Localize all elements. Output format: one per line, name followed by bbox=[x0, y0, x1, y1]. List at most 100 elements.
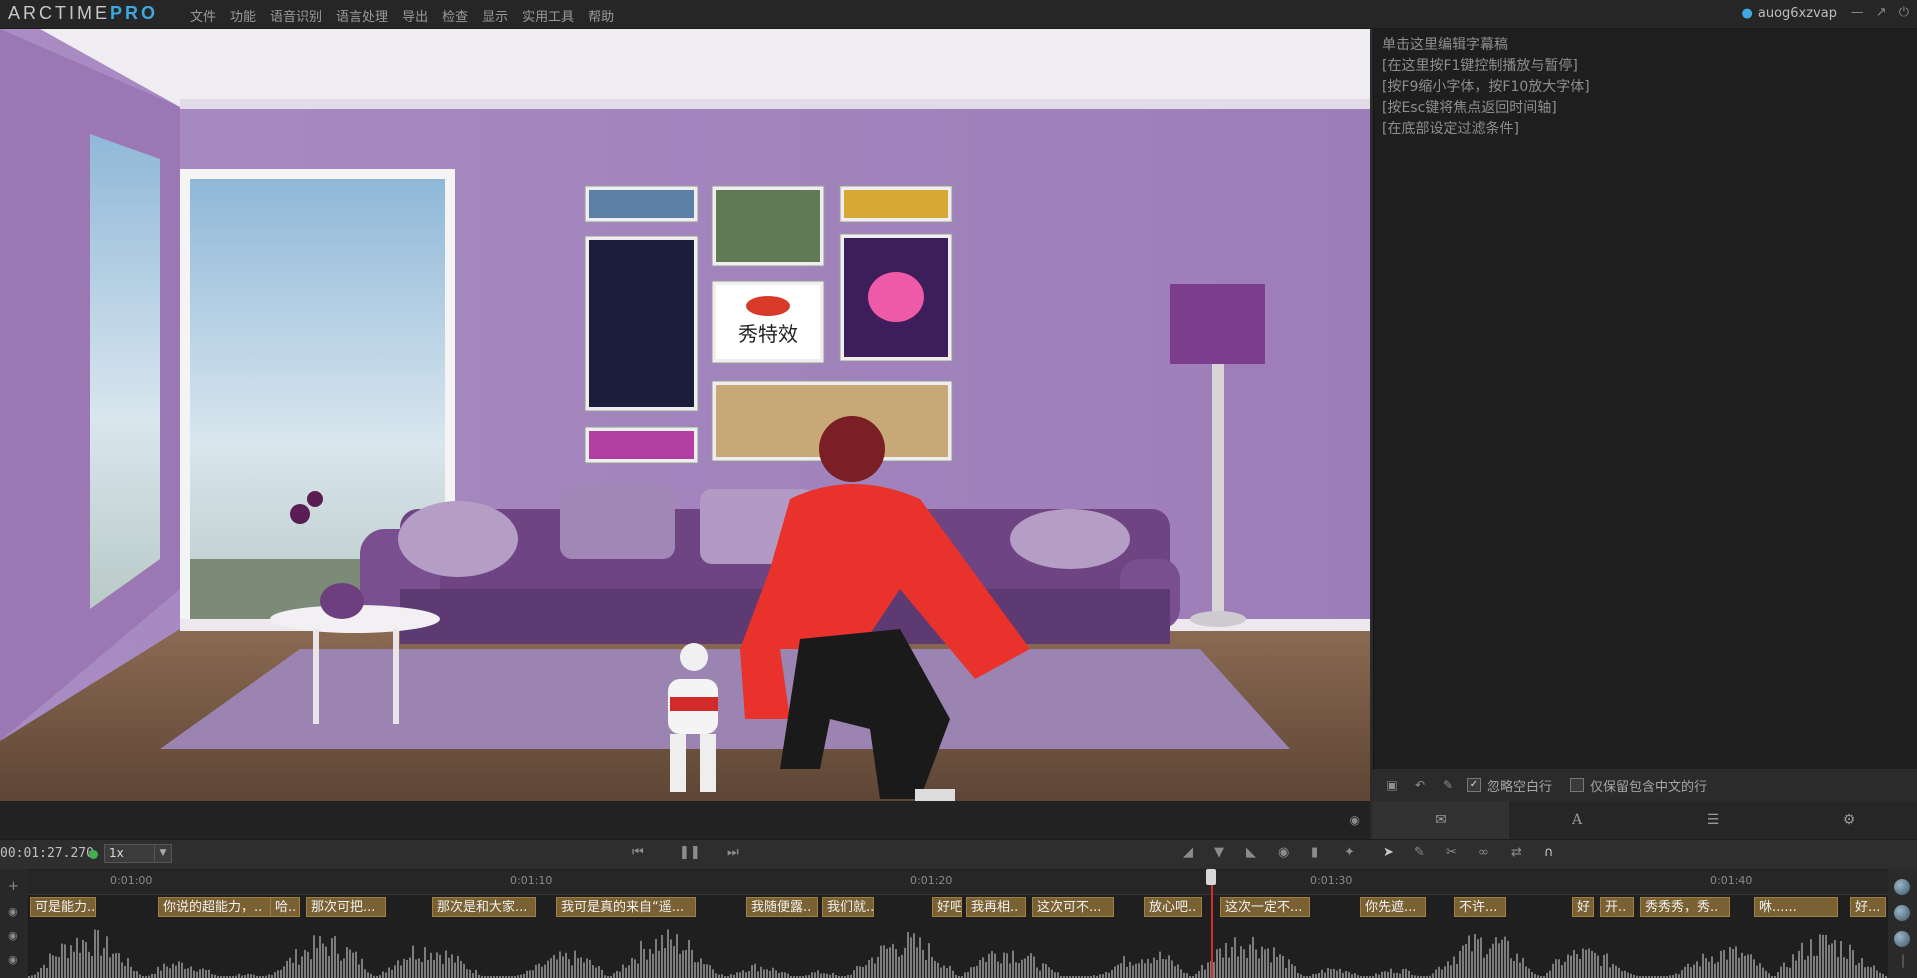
waveform-bar bbox=[1570, 955, 1572, 978]
marker-down-icon[interactable]: ▼ bbox=[1214, 845, 1224, 860]
skip-forward-icon[interactable]: ⏭ bbox=[727, 845, 739, 860]
subtitle-block[interactable]: 我们就.. bbox=[822, 897, 874, 917]
waveform-bar bbox=[61, 943, 63, 978]
maximize-icon[interactable]: ↗ bbox=[1876, 5, 1887, 20]
magic-wand-icon[interactable]: ✦ bbox=[1344, 845, 1355, 860]
eye-icon[interactable]: ◉ bbox=[8, 905, 18, 918]
tab-subtitles[interactable]: ✉ bbox=[1373, 801, 1509, 839]
collapse-icon[interactable]: ▣ bbox=[1383, 776, 1401, 794]
eye-icon[interactable]: ◉ bbox=[8, 929, 18, 942]
ignore-blank-checkbox[interactable]: ✓ 忽略空白行 bbox=[1467, 776, 1552, 795]
subtitle-block[interactable]: 这次一定不... bbox=[1220, 897, 1310, 917]
waveform-bar bbox=[199, 969, 201, 978]
swap-icon[interactable]: ⇄ bbox=[1511, 845, 1522, 860]
waveform-bar bbox=[787, 973, 789, 978]
edit-icon[interactable]: ✎ bbox=[1414, 845, 1425, 860]
waveform-bar bbox=[1840, 940, 1842, 978]
tab-settings[interactable]: ⚙ bbox=[1781, 801, 1917, 839]
subtitle-block[interactable]: 我随便露.. bbox=[746, 897, 818, 917]
mark-in-icon[interactable]: ◢ bbox=[1183, 845, 1193, 860]
skip-back-icon[interactable]: ⏮ bbox=[632, 845, 644, 860]
subtitle-block[interactable]: 不许... bbox=[1454, 897, 1506, 917]
menu-tools[interactable]: 实用工具 bbox=[522, 6, 574, 25]
waveform-bar bbox=[967, 972, 969, 978]
waveform-bar bbox=[1864, 967, 1866, 978]
menu-display[interactable]: 显示 bbox=[482, 6, 508, 25]
subtitle-block[interactable]: 开.. bbox=[1600, 897, 1634, 917]
waveform-icon[interactable]: ▕ bbox=[1895, 955, 1903, 968]
magnet-icon[interactable]: ∩ bbox=[1544, 845, 1554, 860]
time-ruler[interactable]: 0:01:00 0:01:10 0:01:20 0:01:30 0:01:40 bbox=[28, 870, 1888, 895]
waveform-bar bbox=[745, 972, 747, 978]
subtitle-block[interactable]: 秀秀秀，秀.. bbox=[1640, 897, 1730, 917]
subtitle-block[interactable]: 咻...... bbox=[1754, 897, 1838, 917]
waveform-bar bbox=[325, 946, 327, 978]
undo-icon[interactable]: ↶ bbox=[1411, 776, 1429, 794]
eye-icon[interactable]: ◉ bbox=[1350, 813, 1360, 827]
waveform-bar bbox=[1150, 963, 1152, 978]
waveform-bar bbox=[451, 954, 453, 978]
menu-help[interactable]: 帮助 bbox=[588, 6, 614, 25]
editor-hint: [在这里按F1键控制播放与暂停] bbox=[1382, 58, 1578, 74]
add-icon[interactable]: + bbox=[8, 879, 19, 894]
comment-icon: ✉ bbox=[1435, 812, 1447, 828]
keep-chinese-checkbox[interactable]: 仅保留包含中文的行 bbox=[1570, 776, 1707, 795]
mark-out-icon[interactable]: ◣ bbox=[1246, 845, 1256, 860]
menu-language-processing[interactable]: 语言处理 bbox=[336, 6, 388, 25]
waveform-bar bbox=[1621, 971, 1623, 978]
subtitle-block[interactable]: 我可是真的来自“遥... bbox=[556, 897, 696, 917]
camera-icon[interactable]: ◉ bbox=[1278, 845, 1289, 860]
subtitle-block[interactable]: 放心吧.. bbox=[1144, 897, 1202, 917]
playback-speed-select[interactable]: 1x ▼ bbox=[104, 844, 172, 863]
subtitle-block[interactable]: 好吧 bbox=[932, 897, 962, 917]
waveform-bar bbox=[349, 949, 351, 978]
eye-icon[interactable]: ◉ bbox=[8, 953, 18, 966]
zoom-knob-icon[interactable] bbox=[1894, 905, 1910, 921]
menu-check[interactable]: 检查 bbox=[442, 6, 468, 25]
user-account[interactable]: ● auog6xzvap bbox=[1742, 6, 1837, 21]
waveform-bar bbox=[475, 969, 477, 978]
tab-list[interactable]: ☰ bbox=[1645, 801, 1781, 839]
scissors-icon[interactable]: ✂ bbox=[1446, 845, 1457, 860]
waveform-bar bbox=[1480, 937, 1482, 978]
zoom-knob-icon[interactable] bbox=[1894, 879, 1910, 895]
power-icon[interactable]: ⏻ bbox=[1899, 5, 1909, 20]
subtitle-block[interactable]: 我再相.. bbox=[966, 897, 1026, 917]
zoom-knob-icon[interactable] bbox=[1894, 931, 1910, 947]
pencil-icon[interactable]: ✎ bbox=[1439, 776, 1457, 794]
waveform-bar bbox=[1798, 950, 1800, 978]
bookmark-icon[interactable]: ▮ bbox=[1311, 845, 1318, 860]
subtitle-block[interactable]: 那次可把... bbox=[306, 897, 386, 917]
subtitle-block[interactable]: 你先遮... bbox=[1360, 897, 1426, 917]
subtitle-block[interactable]: 好 bbox=[1572, 897, 1594, 917]
subtitle-block[interactable]: 哈.. bbox=[270, 897, 300, 917]
waveform-bar bbox=[742, 970, 744, 978]
playhead[interactable] bbox=[1211, 870, 1213, 978]
link-icon[interactable]: ∞ bbox=[1478, 845, 1489, 860]
tab-style[interactable]: A bbox=[1509, 801, 1645, 839]
subtitle-track[interactable]: 可是能力.. 你说的超能力，.. 哈.. 那次可把... 那次是和大家... 我… bbox=[28, 895, 1888, 921]
minimize-icon[interactable]: — bbox=[1851, 5, 1864, 20]
waveform-bar bbox=[463, 963, 465, 978]
pointer-icon[interactable]: ➤ bbox=[1383, 845, 1394, 860]
waveform-bar bbox=[1765, 970, 1767, 978]
waveform-bar bbox=[703, 964, 705, 978]
menu-export[interactable]: 导出 bbox=[402, 6, 428, 25]
waveform-bar bbox=[1177, 964, 1179, 978]
menu-function[interactable]: 功能 bbox=[230, 6, 256, 25]
pause-icon[interactable]: ❚❚ bbox=[679, 845, 701, 860]
playhead-handle[interactable] bbox=[1206, 869, 1216, 885]
menu-speech-recognition[interactable]: 语音识别 bbox=[270, 6, 322, 25]
waveform-bar bbox=[739, 972, 741, 978]
subtitle-block[interactable]: 可是能力.. bbox=[30, 897, 96, 917]
waveform-bar bbox=[1708, 961, 1710, 978]
subtitle-block[interactable]: 那次是和大家... bbox=[432, 897, 536, 917]
waveform-bar bbox=[991, 951, 993, 978]
menu-file[interactable]: 文件 bbox=[190, 6, 216, 25]
waveform-bar bbox=[196, 971, 198, 978]
subtitle-text-editor[interactable]: 单击这里编辑字幕稿 [在这里按F1键控制播放与暂停] [按F9缩小字体，按F10… bbox=[1373, 29, 1917, 769]
subtitle-block[interactable]: 这次可不... bbox=[1032, 897, 1114, 917]
waveform-bar bbox=[931, 957, 933, 978]
video-preview[interactable]: 秀特效 bbox=[0, 29, 1370, 801]
subtitle-block[interactable]: 好... bbox=[1850, 897, 1886, 917]
